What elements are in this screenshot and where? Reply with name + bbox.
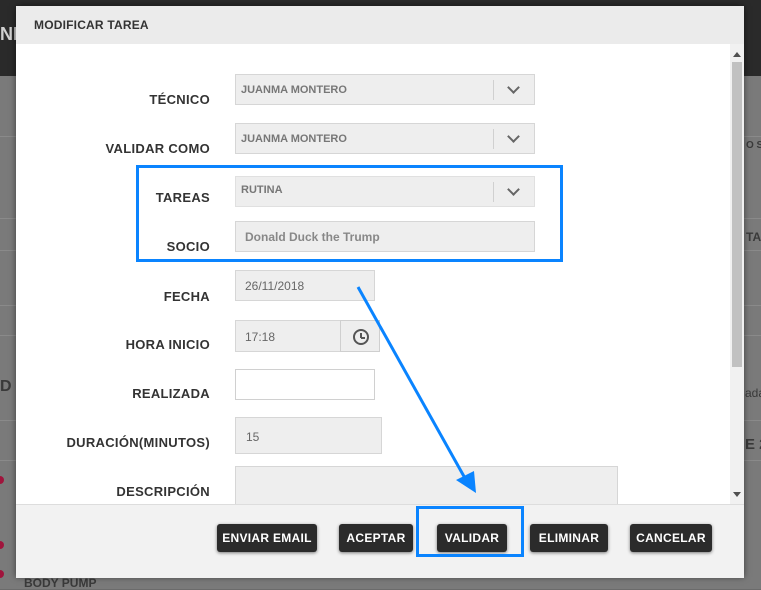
status-dot (0, 476, 4, 484)
background-text: E 2 (745, 436, 761, 453)
cancel-button[interactable]: CANCELAR (630, 524, 712, 552)
tecnico-select[interactable]: JUANMA MONTERO (235, 74, 535, 105)
scroll-up-icon[interactable] (733, 52, 741, 57)
scroll-down-icon[interactable] (733, 492, 741, 497)
status-dot (0, 541, 4, 549)
time-picker-button[interactable] (340, 320, 380, 352)
validar-como-value: JUANMA MONTERO (241, 133, 347, 145)
background-text: D (0, 378, 12, 395)
clock-icon (353, 329, 369, 345)
fecha-label: FECHA (163, 289, 210, 304)
descripcion-textarea[interactable] (235, 466, 618, 504)
tecnico-label: TÉCNICO (149, 92, 210, 107)
chevron-down-icon[interactable] (493, 129, 534, 149)
realizada-input[interactable] (235, 369, 375, 400)
background-text: TAL (746, 230, 761, 244)
dialog-body: TÉCNICO JUANMA MONTERO VALIDAR COMO JUAN… (16, 44, 744, 504)
scrollbar[interactable] (730, 44, 744, 504)
realizada-label: REALIZADA (132, 386, 210, 401)
scrollbar-thumb[interactable] (732, 62, 742, 367)
background-text: BODY PUMP (24, 576, 97, 590)
dialog-title: MODIFICAR TAREA (34, 18, 149, 32)
highlight-box-tareas-socio (136, 165, 563, 262)
validar-como-select[interactable]: JUANMA MONTERO (235, 123, 535, 154)
duracion-label: DURACIÓN(MINUTOS) (66, 435, 210, 450)
modify-task-dialog: MODIFICAR TAREA TÉCNICO JUANMA MONTERO V… (16, 6, 744, 578)
highlight-box-validar (416, 506, 524, 557)
hora-inicio-label: HORA INICIO (125, 337, 210, 352)
dialog-footer: ENVIAR EMAIL ACEPTAR VALIDAR ELIMINAR CA… (16, 504, 744, 578)
accept-button[interactable]: ACEPTAR (339, 524, 413, 552)
tecnico-value: JUANMA MONTERO (241, 84, 347, 96)
background-text: O S (746, 140, 761, 151)
duracion-input[interactable]: 15 (235, 417, 382, 454)
dialog-header: MODIFICAR TAREA (16, 6, 744, 44)
background-text: ada (745, 386, 761, 400)
descripcion-label: DESCRIPCIÓN (116, 484, 210, 499)
hora-inicio-input[interactable]: 17:18 (235, 320, 341, 352)
validar-como-label: VALIDAR COMO (105, 141, 210, 156)
delete-button[interactable]: ELIMINAR (530, 524, 608, 552)
hora-inicio-value: 17:18 (245, 330, 276, 344)
chevron-down-icon[interactable] (493, 80, 534, 100)
send-email-button[interactable]: ENVIAR EMAIL (217, 524, 317, 552)
fecha-value: 26/11/2018 (245, 279, 305, 293)
status-dot (0, 570, 4, 578)
duracion-value: 15 (246, 430, 260, 444)
fecha-input[interactable]: 26/11/2018 (235, 270, 375, 301)
